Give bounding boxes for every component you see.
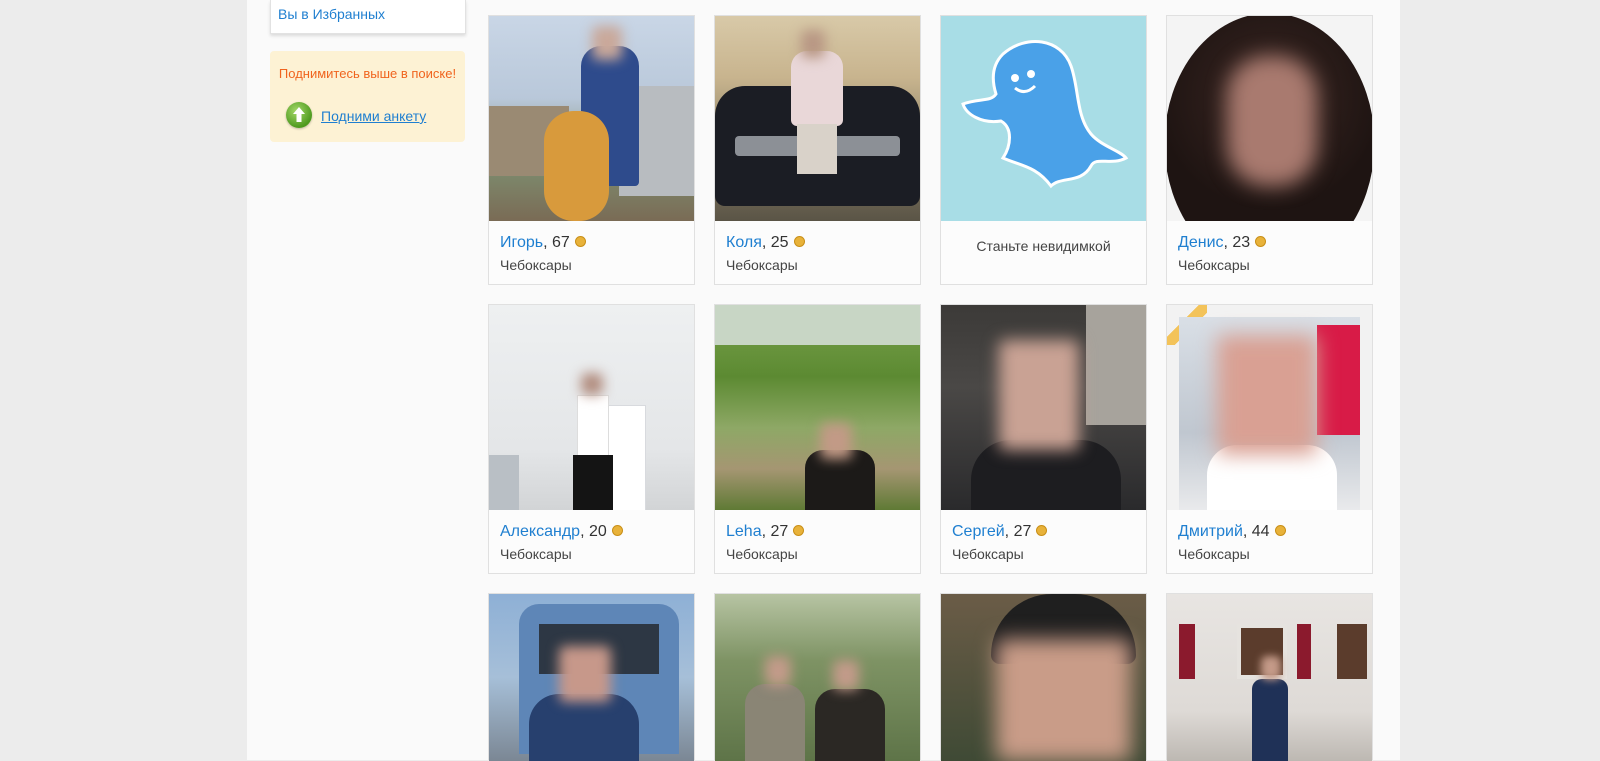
profile-age: , 23 <box>1223 234 1251 251</box>
profile-card[interactable]: Коля, 25 Чебоксары <box>714 15 921 285</box>
profile-name-line: Игорь, 67 <box>500 234 586 252</box>
ghost-image[interactable] <box>941 16 1146 221</box>
invisible-mode-text[interactable]: Станьте невидимкой <box>941 237 1146 255</box>
profile-name-line: Коля, 25 <box>726 234 805 252</box>
profile-photo[interactable] <box>489 305 694 510</box>
profile-name-link[interactable]: Коля <box>726 234 762 251</box>
invisible-mode-card[interactable]: Станьте невидимкой <box>940 15 1147 285</box>
profile-name-line: Дмитрий, 44 <box>1178 523 1286 541</box>
profile-age: , 27 <box>761 523 789 540</box>
profile-photo[interactable] <box>1167 594 1372 761</box>
profile-name-line: Сергей, 27 <box>952 523 1048 541</box>
profile-city: Чебоксары <box>1178 546 1250 562</box>
profile-age: , 27 <box>1004 523 1032 540</box>
profile-city: Чебоксары <box>726 257 798 273</box>
profile-city: Чебоксары <box>500 546 572 562</box>
raise-profile-link[interactable]: Подними анкету <box>321 108 426 124</box>
profile-photo[interactable] <box>941 305 1146 510</box>
online-status-icon <box>1274 524 1286 536</box>
profile-photo[interactable] <box>489 594 694 761</box>
profile-name-link[interactable]: Сергей <box>952 523 1005 540</box>
profile-card[interactable]: Дмитрий, 44 Чебоксары <box>1166 304 1373 574</box>
arrow-up-icon[interactable] <box>286 102 312 128</box>
profile-photo[interactable] <box>715 305 920 510</box>
profile-photo[interactable] <box>489 16 694 221</box>
profile-photo[interactable] <box>1167 305 1372 510</box>
promo-box: Поднимитесь выше в поиске! Подними анкет… <box>270 51 465 142</box>
online-status-icon <box>1036 524 1048 536</box>
favorites-box: Вы в Избранных <box>270 0 466 34</box>
online-status-icon <box>793 524 805 536</box>
profile-photo[interactable] <box>715 594 920 761</box>
profile-name-line: Денис, 23 <box>1178 234 1267 252</box>
profile-age: , 44 <box>1242 523 1270 540</box>
profile-card[interactable]: Александр, 20 Чебоксары <box>488 304 695 574</box>
profile-name-line: Leha, 27 <box>726 523 805 541</box>
profile-card[interactable]: Сергей, 27 Чебоксары <box>940 304 1147 574</box>
profile-age: , 25 <box>761 234 789 251</box>
profile-photo[interactable] <box>1167 16 1372 221</box>
profile-age: , 20 <box>580 523 607 540</box>
profile-name-link[interactable]: Александр <box>500 523 580 540</box>
profile-age: , 67 <box>543 234 570 251</box>
profile-name-link[interactable]: Leha <box>726 523 762 540</box>
profile-photo[interactable] <box>715 16 920 221</box>
profile-name-link[interactable]: Игорь <box>500 234 543 251</box>
profile-photo[interactable] <box>941 594 1146 761</box>
online-status-icon <box>611 524 623 536</box>
profile-city: Чебоксары <box>1178 257 1250 273</box>
profile-card[interactable] <box>714 593 921 761</box>
profile-card[interactable] <box>940 593 1147 761</box>
profile-card[interactable] <box>1166 593 1373 761</box>
profile-name-line: Александр, 20 <box>500 523 623 541</box>
favorites-link[interactable]: Вы в Избранных <box>278 6 385 22</box>
profile-card[interactable]: Игорь, 67 Чебоксары <box>488 15 695 285</box>
profile-city: Чебоксары <box>500 257 572 273</box>
profile-card[interactable] <box>488 593 695 761</box>
profile-name-link[interactable]: Денис <box>1178 234 1224 251</box>
online-status-icon <box>1255 235 1267 247</box>
online-status-icon <box>574 235 586 247</box>
promo-text: Поднимитесь выше в поиске! <box>278 66 457 81</box>
profile-city: Чебоксары <box>726 546 798 562</box>
profile-card[interactable]: Leha, 27 Чебоксары <box>714 304 921 574</box>
profile-city: Чебоксары <box>952 546 1024 562</box>
online-status-icon <box>793 235 805 247</box>
profile-name-link[interactable]: Дмитрий <box>1178 523 1243 540</box>
profile-card[interactable]: Денис, 23 Чебоксары <box>1166 15 1373 285</box>
